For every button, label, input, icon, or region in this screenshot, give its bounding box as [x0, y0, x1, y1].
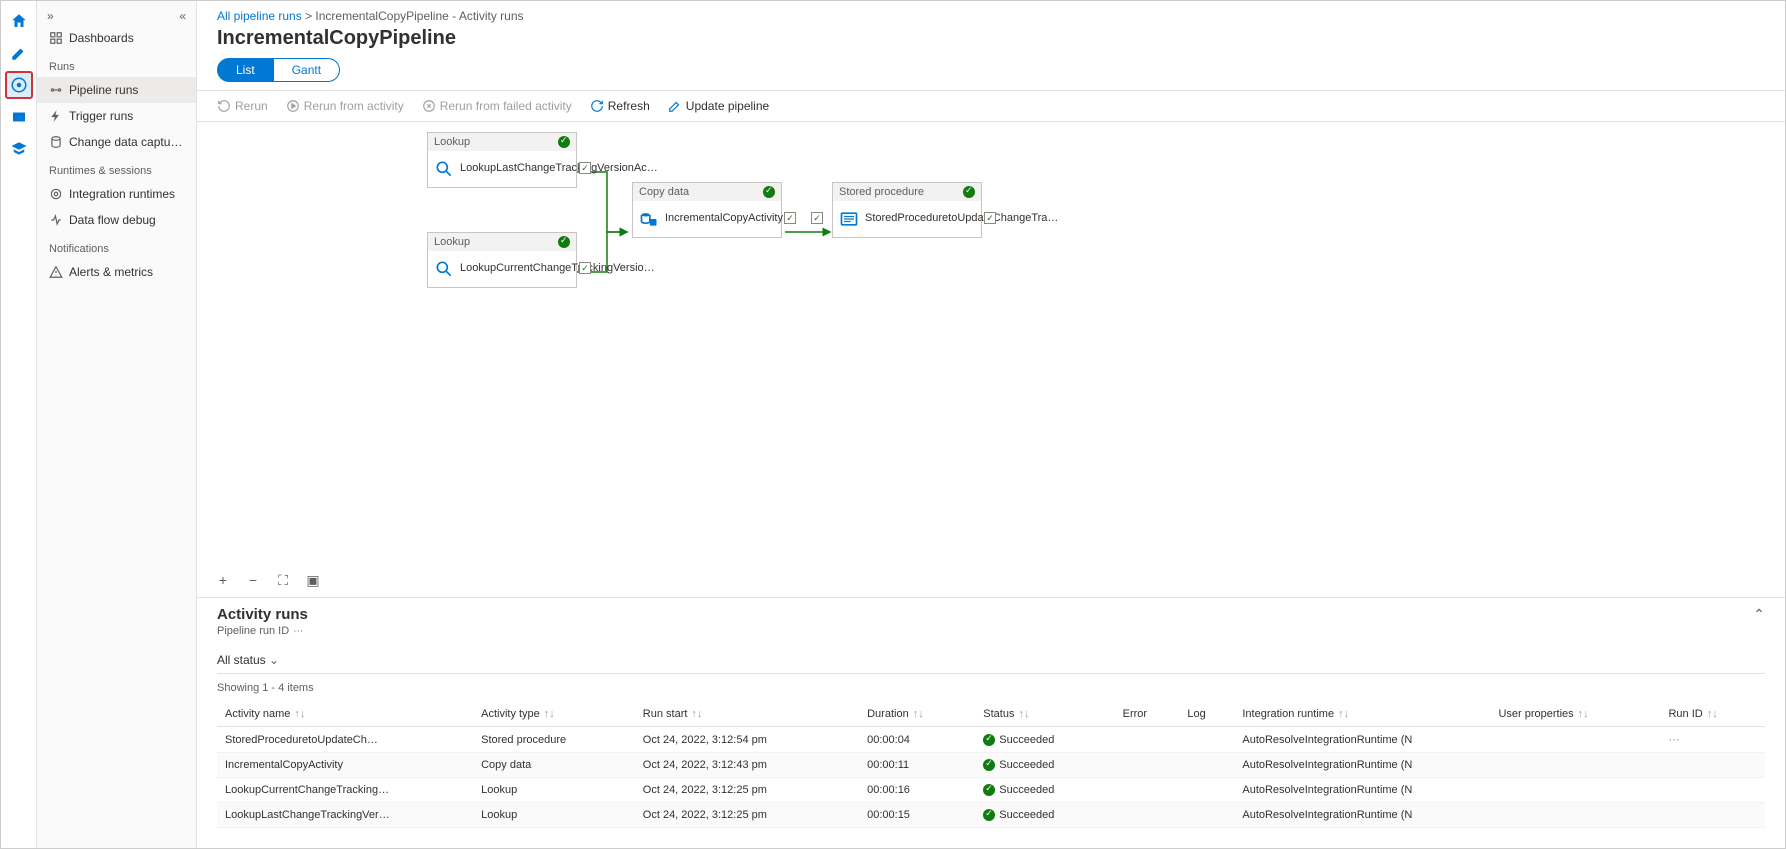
rail-learn[interactable] [5, 135, 33, 163]
col-2[interactable]: Run start↑↓ [635, 702, 859, 727]
table-row[interactable]: LookupCurrentChangeTracking…LookupOct 24… [217, 778, 1765, 803]
node-type: Lookup [434, 136, 470, 148]
rail-manage[interactable] [5, 103, 33, 131]
table-row[interactable]: StoredProceduretoUpdateCh…Stored procedu… [217, 727, 1765, 753]
activity-runs-panel: Activity runs ⌃ Pipeline run ID⋯ All sta… [197, 597, 1785, 848]
col-6[interactable]: Log [1179, 702, 1234, 727]
toolbar: Rerun Rerun from activity Rerun from fai… [197, 91, 1785, 122]
sidebar-section: Notifications [37, 233, 196, 259]
col-4[interactable]: Status↑↓ [975, 702, 1114, 727]
node-sproc[interactable]: Stored procedure StoredProceduretoUpdate… [832, 182, 982, 238]
panel-title: Activity runs [217, 606, 308, 623]
zoom-fit-icon[interactable]: ⛶ [275, 572, 291, 589]
breadcrumb: All pipeline runs > IncrementalCopyPipel… [197, 1, 1785, 23]
node-type: Lookup [434, 236, 470, 248]
branch-check[interactable]: ✓ [784, 212, 796, 224]
table-row[interactable]: IncrementalCopyActivityCopy dataOct 24, … [217, 753, 1765, 778]
rerun-from-failed-button[interactable]: Rerun from failed activity [422, 99, 572, 113]
sidebar-item-pipeline[interactable]: Pipeline runs [37, 77, 196, 103]
rail-monitor[interactable] [5, 71, 33, 99]
rerun-button[interactable]: Rerun [217, 99, 268, 113]
col-8[interactable]: User properties↑↓ [1490, 702, 1660, 727]
success-icon [963, 186, 975, 198]
col-0[interactable]: Activity name↑↓ [217, 702, 473, 727]
node-lookup-last[interactable]: Lookup LookupLastChangeTrackingVersionAc… [427, 132, 577, 188]
sidebar-section: Runs [37, 51, 196, 77]
sidebar-collapse[interactable]: »« [37, 7, 196, 25]
sidebar-item-trigger[interactable]: Trigger runs [37, 103, 196, 129]
node-type: Copy data [639, 186, 689, 198]
rail-author[interactable] [5, 39, 33, 67]
col-3[interactable]: Duration↑↓ [859, 702, 975, 727]
success-icon [983, 759, 995, 771]
panel-collapse-icon[interactable]: ⌃ [1753, 606, 1765, 623]
pipeline-canvas[interactable]: Lookup LookupLastChangeTrackingVersionAc… [197, 122, 1785, 597]
pipeline-run-id-label: Pipeline run ID⋯ [217, 625, 1765, 637]
tab-list[interactable]: List [217, 58, 274, 82]
result-count: Showing 1 - 4 items [217, 674, 1765, 702]
success-icon [558, 236, 570, 248]
success-icon [983, 734, 995, 746]
rerun-from-activity-button[interactable]: Rerun from activity [286, 99, 404, 113]
col-7[interactable]: Integration runtime↑↓ [1234, 702, 1490, 727]
breadcrumb-link[interactable]: All pipeline runs [217, 9, 302, 23]
update-pipeline-button[interactable]: Update pipeline [668, 99, 769, 113]
icon-rail [1, 1, 37, 848]
breadcrumb-current: IncrementalCopyPipeline - Activity runs [315, 9, 523, 23]
activity-table: Activity name↑↓Activity type↑↓Run start↑… [217, 702, 1765, 828]
node-lookup-current[interactable]: Lookup LookupCurrentChangeTrackingVersio… [427, 232, 577, 288]
zoom-in-icon[interactable]: + [215, 572, 231, 589]
success-icon [763, 186, 775, 198]
branch-check[interactable]: ✓ [579, 262, 591, 274]
sidebar-section: Runtimes & sessions [37, 155, 196, 181]
node-label: StoredProceduretoUpdateChangeTra… [865, 212, 1058, 225]
sidebar-item-cdc[interactable]: Change data capture (previ… [37, 129, 196, 155]
node-label: LookupCurrentChangeTrackingVersio… [460, 262, 655, 275]
page-title: IncrementalCopyPipeline [197, 23, 1785, 58]
col-9[interactable]: Run ID↑↓ [1660, 702, 1765, 727]
success-icon [558, 136, 570, 148]
sidebar-item-alert[interactable]: Alerts & metrics [37, 259, 196, 285]
success-icon [983, 809, 995, 821]
rail-home[interactable] [5, 7, 33, 35]
zoom-reset-icon[interactable]: ▣ [305, 572, 321, 589]
branch-check[interactable]: ✓ [811, 212, 823, 224]
node-label: IncrementalCopyActivity [665, 212, 783, 225]
status-filter[interactable]: All status ⌄ [217, 647, 1765, 674]
refresh-button[interactable]: Refresh [590, 99, 650, 113]
table-row[interactable]: LookupLastChangeTrackingVer…LookupOct 24… [217, 803, 1765, 828]
node-copy[interactable]: Copy data IncrementalCopyActivity [632, 182, 782, 238]
node-label: LookupLastChangeTrackingVersionAc… [460, 162, 658, 175]
main-area: All pipeline runs > IncrementalCopyPipel… [197, 1, 1785, 848]
zoom-controls: + − ⛶ ▣ [215, 572, 321, 589]
branch-check[interactable]: ✓ [984, 212, 996, 224]
success-icon [983, 784, 995, 796]
sidebar-item-ir[interactable]: Integration runtimes [37, 181, 196, 207]
branch-check[interactable]: ✓ [579, 162, 591, 174]
node-type: Stored procedure [839, 186, 924, 198]
view-tabs: List Gantt [197, 58, 1785, 91]
zoom-out-icon[interactable]: − [245, 572, 261, 589]
sidebar-item-dfd[interactable]: Data flow debug [37, 207, 196, 233]
sidebar: »« DashboardsRunsPipeline runsTrigger ru… [37, 1, 197, 848]
col-5[interactable]: Error [1115, 702, 1180, 727]
breadcrumb-sep: > [305, 9, 315, 23]
col-1[interactable]: Activity type↑↓ [473, 702, 635, 727]
sidebar-item-dashboard[interactable]: Dashboards [37, 25, 196, 51]
tab-gantt[interactable]: Gantt [274, 58, 340, 82]
